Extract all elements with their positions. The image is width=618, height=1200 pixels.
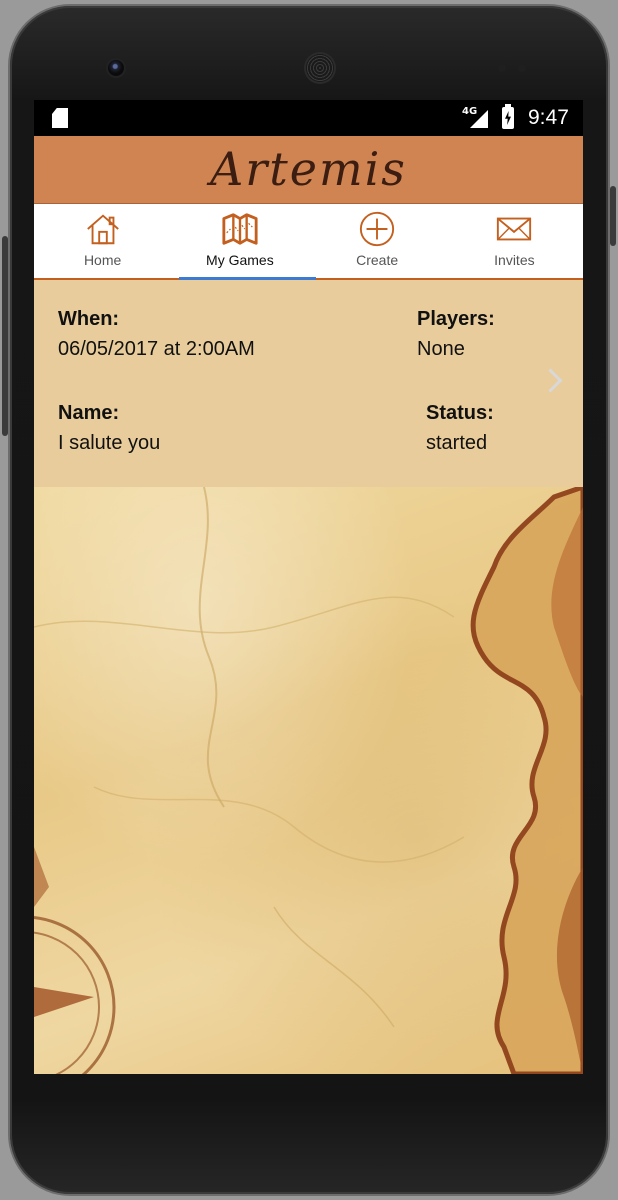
name-value: I salute you	[58, 432, 161, 454]
map-illustration	[34, 487, 583, 1074]
game-list-item[interactable]: When: 06/05/2017 at 2:00AM Players: None…	[34, 280, 583, 489]
chevron-right-icon	[538, 368, 563, 393]
parchment-map-background	[34, 487, 583, 1074]
front-camera	[108, 60, 124, 76]
status-label: Status:	[426, 402, 494, 424]
status-bar: 4G 9:47	[34, 100, 583, 136]
power-button	[610, 186, 616, 246]
tab-create[interactable]: Create	[309, 204, 446, 278]
screen: 4G 9:47 Artemis Home My Games Create Inv…	[34, 100, 583, 1074]
volume-button	[2, 236, 8, 436]
tab-invites-label: Invites	[494, 252, 535, 268]
status-time: 9:47	[528, 106, 569, 129]
tab-my-games-label: My Games	[206, 252, 274, 268]
tab-bar: Home My Games Create Invites	[34, 204, 583, 280]
map-icon	[222, 213, 258, 245]
app-title: Artemis	[210, 142, 407, 196]
light-sensor	[518, 64, 526, 72]
home-icon	[86, 214, 119, 245]
when-label: When:	[58, 308, 120, 330]
when-value: 06/05/2017 at 2:00AM	[58, 338, 255, 360]
name-label: Name:	[58, 402, 120, 424]
tab-my-games[interactable]: My Games	[171, 204, 308, 278]
earpiece-speaker	[306, 54, 334, 82]
proximity-sensor	[498, 64, 506, 72]
sd-card-icon	[52, 108, 68, 128]
app-header: Artemis	[34, 136, 583, 204]
tab-home[interactable]: Home	[34, 204, 171, 278]
tab-invites[interactable]: Invites	[446, 204, 583, 278]
players-label: Players:	[417, 308, 495, 330]
tab-home-label: Home	[83, 252, 122, 268]
envelope-icon	[497, 217, 532, 241]
players-value: None	[417, 338, 465, 360]
plus-circle-icon	[360, 211, 395, 247]
status-value: started	[426, 432, 488, 454]
battery-charging-icon	[502, 104, 514, 129]
network-type: 4G	[462, 106, 478, 117]
tab-create-label: Create	[356, 252, 399, 268]
